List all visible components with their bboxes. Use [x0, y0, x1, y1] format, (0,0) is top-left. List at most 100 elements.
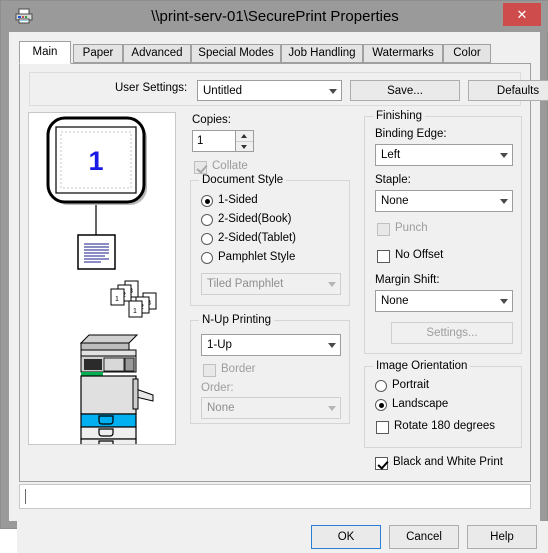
finishing-settings-label: Settings...	[426, 327, 478, 339]
margin-shift-label: Margin Shift:	[375, 274, 440, 286]
tab-special-modes[interactable]: Special Modes	[191, 44, 281, 63]
tiled-pamphlet-combo: Tiled Pamphlet	[201, 273, 341, 295]
collate-label: Collate	[212, 160, 248, 172]
checkbox-box	[376, 421, 389, 434]
tab-label: Special Modes	[198, 47, 274, 59]
copies-increment-button[interactable]	[236, 131, 253, 141]
close-button[interactable]: ✕	[503, 3, 541, 26]
chevron-down-icon	[328, 343, 336, 348]
tab-main[interactable]: Main	[19, 41, 71, 64]
radio-dot	[375, 380, 387, 392]
printer-properties-window: \\print-serv-01\SecurePrint Properties ✕…	[0, 0, 548, 553]
dialog-footer: OK Cancel Help	[17, 521, 548, 553]
chevron-down-icon	[500, 199, 508, 204]
chevron-down-icon	[328, 282, 336, 287]
tab-color[interactable]: Color	[443, 44, 491, 63]
radio-dot	[375, 399, 387, 411]
tab-label: Advanced	[131, 47, 183, 59]
copies-spin-buttons	[235, 131, 253, 151]
print-preview-panel: 1 1 1	[28, 112, 176, 445]
no-offset-label: No Offset	[395, 249, 444, 261]
tab-label: Main	[32, 46, 58, 58]
nup-printing-legend: N-Up Printing	[199, 314, 275, 326]
radio-dot	[201, 233, 213, 245]
checkbox-box	[375, 457, 388, 470]
binding-edge-label: Binding Edge:	[375, 128, 447, 140]
defaults-button[interactable]: Defaults	[468, 80, 548, 101]
text-caret	[25, 489, 26, 504]
chevron-down-icon	[329, 88, 337, 94]
punch-label: Punch	[395, 222, 428, 234]
radio-label: Portrait	[392, 379, 430, 391]
border-label: Border	[221, 363, 256, 375]
tab-paper[interactable]: Paper	[73, 44, 123, 63]
user-settings-label: User Settings:	[115, 82, 188, 94]
chevron-down-icon	[500, 299, 508, 304]
svg-text:1: 1	[88, 146, 103, 176]
image-orientation-legend: Image Orientation	[373, 360, 471, 372]
radio-dot	[201, 214, 213, 226]
radio-dot	[201, 252, 213, 264]
tab-label: Paper	[82, 47, 114, 59]
finishing-group: Finishing Binding Edge: Left Staple: Non…	[364, 110, 522, 354]
finishing-settings-button: Settings...	[391, 322, 513, 344]
tab-advanced[interactable]: Advanced	[123, 44, 191, 63]
radio-dot	[201, 195, 213, 207]
chevron-down-icon	[500, 153, 508, 158]
nup-printing-group: N-Up Printing 1-Up Border Order: None	[190, 314, 350, 424]
tab-page-main: User Settings: Untitled Save... Defaults…	[19, 63, 548, 482]
staple-combo[interactable]: None	[375, 190, 513, 212]
user-settings-value: Untitled	[203, 85, 242, 97]
radio-label: Pamphlet Style	[218, 251, 296, 263]
staple-label: Staple:	[375, 174, 411, 186]
close-icon: ✕	[516, 7, 528, 22]
printer-illustration	[79, 334, 154, 444]
finishing-legend: Finishing	[373, 110, 426, 122]
save-button[interactable]: Save...	[350, 80, 460, 101]
dialog-client-area: Main Paper Advanced Special Modes Job Ha…	[9, 32, 548, 553]
tab-watermarks[interactable]: Watermarks	[363, 44, 443, 63]
svg-text:1: 1	[115, 296, 119, 303]
radio-label: 2-Sided(Book)	[218, 213, 292, 225]
radio-label: 2-Sided(Tablet)	[218, 232, 296, 244]
user-settings-combo[interactable]: Untitled	[197, 80, 342, 101]
nup-combo[interactable]: 1-Up	[201, 334, 341, 356]
image-orientation-group: Image Orientation Portrait Landscape Rot…	[364, 360, 522, 448]
checkbox-box	[377, 223, 390, 236]
black-and-white-print-label: Black and White Print	[393, 456, 503, 468]
title-bar: \\print-serv-01\SecurePrint Properties ✕	[1, 1, 548, 32]
svg-text:1: 1	[133, 308, 137, 315]
document-style-group: Document Style 1-Sided 2-Sided(Book) 2-S…	[190, 174, 350, 306]
checkbox-box	[203, 364, 216, 377]
margin-shift-combo[interactable]: None	[375, 290, 513, 312]
binding-edge-combo[interactable]: Left	[375, 144, 513, 166]
window-title: \\print-serv-01\SecurePrint Properties	[151, 8, 399, 25]
binding-edge-value: Left	[381, 149, 401, 161]
checkbox-box	[194, 161, 207, 174]
status-bar	[19, 484, 531, 509]
copies-stepper[interactable]: 1	[192, 130, 254, 152]
save-label: Save...	[387, 84, 423, 97]
user-settings-bar: User Settings: Untitled Save... Defaults	[29, 72, 548, 106]
order-label: Order:	[201, 382, 234, 394]
checkbox-box	[377, 250, 390, 263]
help-label: Help	[490, 531, 514, 543]
tab-label: Job Handling	[288, 47, 356, 59]
cancel-label: Cancel	[406, 531, 442, 543]
defaults-label: Defaults	[496, 84, 540, 97]
tab-job-handling[interactable]: Job Handling	[281, 44, 363, 63]
copies-decrement-button[interactable]	[236, 141, 253, 152]
radio-label: 1-Sided	[218, 194, 258, 206]
nup-value: 1-Up	[207, 339, 232, 351]
copies-value: 1	[197, 135, 204, 147]
order-combo: None	[201, 397, 341, 419]
margin-shift-value: None	[381, 295, 409, 307]
document-style-legend: Document Style	[199, 174, 287, 186]
order-value: None	[207, 402, 235, 414]
ok-label: OK	[337, 531, 355, 543]
tab-strip: Main Paper Advanced Special Modes Job Ha…	[19, 41, 531, 64]
radio-label: Landscape	[392, 398, 449, 410]
chevron-down-icon	[328, 406, 336, 411]
staple-value: None	[381, 195, 409, 207]
tab-label: Color	[453, 47, 481, 59]
